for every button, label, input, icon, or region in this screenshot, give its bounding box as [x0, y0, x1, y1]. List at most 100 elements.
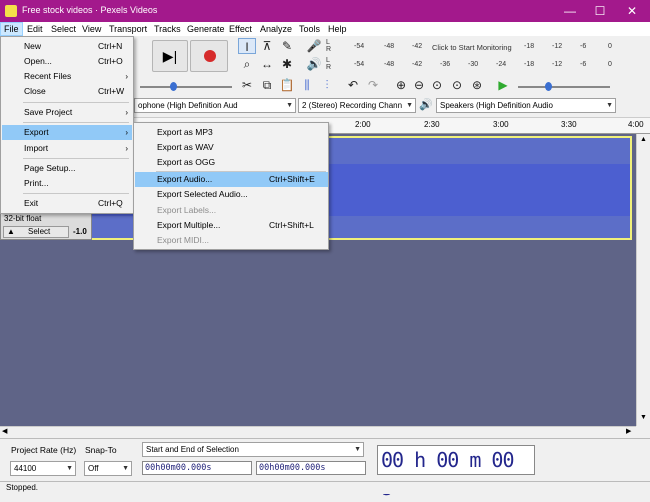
slider-thumb-icon[interactable] [545, 82, 552, 91]
silence-icon[interactable]: ⫶ [318, 77, 336, 93]
menu-item-print[interactable]: Print... [2, 176, 132, 191]
play-icon[interactable]: ▶ [494, 77, 512, 93]
chevron-right-icon: › [125, 72, 128, 81]
menu-bar: File Edit Select View Transport Tracks G… [0, 22, 650, 36]
channels-select[interactable]: 2 (Stereo) Recording Chann ▼ [298, 98, 416, 113]
chevron-down-icon: ▼ [606, 102, 613, 109]
skip-end-button[interactable]: ▶| [152, 40, 188, 72]
envelope-tool-icon[interactable]: ⊼ [258, 38, 276, 54]
status-bar: Stopped. [0, 481, 650, 494]
menu-effect[interactable]: Effect [226, 23, 255, 35]
paste-icon[interactable]: 📋 [278, 77, 296, 93]
menu-transport[interactable]: Transport [106, 23, 150, 35]
title-bar: Free stock videos · Pexels Videos — ☐ ✕ [0, 0, 650, 22]
menu-item-close[interactable]: Close Ctrl+W [2, 84, 132, 99]
menu-item-import[interactable]: Import › [2, 141, 132, 156]
menu-item-export-wav[interactable]: Export as WAV [135, 140, 328, 155]
chevron-down-icon: ▼ [406, 102, 413, 109]
menu-item-save-project[interactable]: Save Project › [2, 105, 132, 120]
menu-item-export-labels: Export Labels... [157, 205, 217, 215]
draw-tool-icon[interactable]: ✎ [278, 38, 296, 54]
record-meter[interactable]: LR -54 -48 -42 Click to Start Monitoring… [326, 39, 632, 55]
play-at-speed-slider[interactable] [518, 86, 610, 88]
chevron-right-icon: › [125, 128, 128, 137]
menu-tracks[interactable]: Tracks [151, 23, 184, 35]
fit-selection-icon[interactable]: ⊙ [428, 77, 446, 93]
chevron-right-icon: › [125, 144, 128, 153]
chevron-down-icon: ▼ [640, 414, 647, 421]
chevron-down-icon: ▼ [66, 465, 73, 472]
zoom-in-icon[interactable]: ⊕ [392, 77, 410, 93]
menu-view[interactable]: View [79, 23, 104, 35]
zoom-tool-icon[interactable]: ⌕ [238, 56, 256, 72]
horizontal-scrollbar[interactable]: ◀ ▶ [0, 426, 636, 438]
vertical-scrollbar[interactable]: ▲ ▼ [636, 134, 650, 426]
project-rate-select[interactable]: 44100 ▼ [10, 461, 76, 476]
menu-analyze[interactable]: Analyze [257, 23, 295, 35]
menu-item-new[interactable]: New Ctrl+N [2, 39, 132, 54]
playback-meter[interactable]: LR -54 -48 -42 -36 -30 -24 -18 -12 -6 0 [326, 57, 632, 73]
menu-edit[interactable]: Edit [24, 23, 46, 35]
menu-item-page-setup[interactable]: Page Setup... [2, 161, 132, 176]
zoom-toggle-icon[interactable]: ⊛ [468, 77, 486, 93]
menu-item-export-multiple[interactable]: Export Multiple... Ctrl+Shift+L [135, 218, 328, 233]
undo-icon[interactable]: ↶ [344, 77, 362, 93]
export-submenu: Export as MP3 Export as WAV Export as OG… [133, 122, 329, 250]
collapse-icon: ▲ [7, 227, 15, 236]
microphone-icon: 🎤 [306, 39, 322, 53]
snap-to-label: Snap-To [85, 445, 117, 455]
menu-file[interactable]: File [0, 22, 23, 36]
menu-generate[interactable]: Generate [184, 23, 228, 35]
speaker-icon: 🔊 [419, 99, 433, 111]
window-title: Free stock videos · Pexels Videos [22, 5, 158, 15]
menu-item-export-selected-audio[interactable]: Export Selected Audio... [135, 187, 328, 202]
selection-start-field[interactable]: 00h00m00.000s [142, 461, 252, 475]
menu-separator [23, 122, 129, 123]
copy-icon[interactable]: ⧉ [258, 77, 276, 93]
record-icon [204, 50, 216, 62]
close-button[interactable]: ✕ [616, 0, 648, 22]
menu-item-exit[interactable]: Exit Ctrl+Q [2, 196, 132, 211]
input-device-select[interactable]: ophone (High Definition Aud ▼ [134, 98, 296, 113]
selection-end-field[interactable]: 00h00m00.000s [256, 461, 366, 475]
slider-thumb-icon[interactable] [170, 82, 177, 91]
selection-mode-select[interactable]: Start and End of Selection ▼ [142, 442, 364, 457]
menu-item-export[interactable]: Export › [2, 125, 132, 140]
menu-item-recent-files[interactable]: Recent Files › [2, 69, 132, 84]
menu-item-export-mp3[interactable]: Export as MP3 [135, 125, 328, 140]
menu-item-export-audio[interactable]: Export Audio... Ctrl+Shift+E [135, 172, 328, 187]
menu-tools[interactable]: Tools [296, 23, 323, 35]
speaker-icon: 🔊 [306, 57, 322, 71]
chevron-right-icon: ▶ [626, 428, 632, 435]
menu-item-open[interactable]: Open... Ctrl+O [2, 54, 132, 69]
playback-speed-slider[interactable] [140, 86, 232, 88]
chevron-down-icon: ▼ [286, 102, 293, 109]
cut-icon[interactable]: ✂ [238, 77, 256, 93]
zoom-out-icon[interactable]: ⊖ [410, 77, 428, 93]
menu-separator [23, 102, 129, 103]
scale-bottom: -1.0 [73, 227, 87, 236]
redo-icon[interactable]: ↷ [364, 77, 382, 93]
snap-to-select[interactable]: Off ▼ [84, 461, 132, 476]
timeshift-tool-icon[interactable]: ↔ [258, 56, 276, 72]
menu-item-export-midi: Export MIDI... [157, 235, 209, 245]
menu-item-export-ogg[interactable]: Export as OGG [135, 155, 328, 170]
output-device-select[interactable]: Speakers (High Definition Audio ▼ [436, 98, 616, 113]
track-select-button[interactable]: ▲ Select [3, 226, 69, 238]
menu-separator [23, 193, 129, 194]
minimize-button[interactable]: — [554, 0, 586, 22]
trim-icon[interactable]: ⫼ [298, 77, 316, 93]
app-icon [5, 5, 17, 17]
audio-position-display[interactable]: 00 h 00 m 00 s [377, 445, 535, 500]
menu-separator [23, 158, 129, 159]
record-button[interactable] [190, 40, 228, 72]
fit-project-icon[interactable]: ⊙ [448, 77, 466, 93]
selection-toolbar: Project Rate (Hz) 44100 ▼ Snap-To Off ▼ St… [0, 438, 650, 481]
maximize-button[interactable]: ☐ [584, 0, 616, 22]
menu-select[interactable]: Select [48, 23, 79, 35]
file-menu: New Ctrl+N Open... Ctrl+O Recent Files › Cl… [0, 36, 134, 214]
multi-tool-icon[interactable]: ✱ [278, 56, 296, 72]
selection-tool-icon[interactable]: I [238, 38, 256, 54]
menu-help[interactable]: Help [325, 23, 350, 35]
project-rate-label: Project Rate (Hz) [11, 445, 77, 455]
